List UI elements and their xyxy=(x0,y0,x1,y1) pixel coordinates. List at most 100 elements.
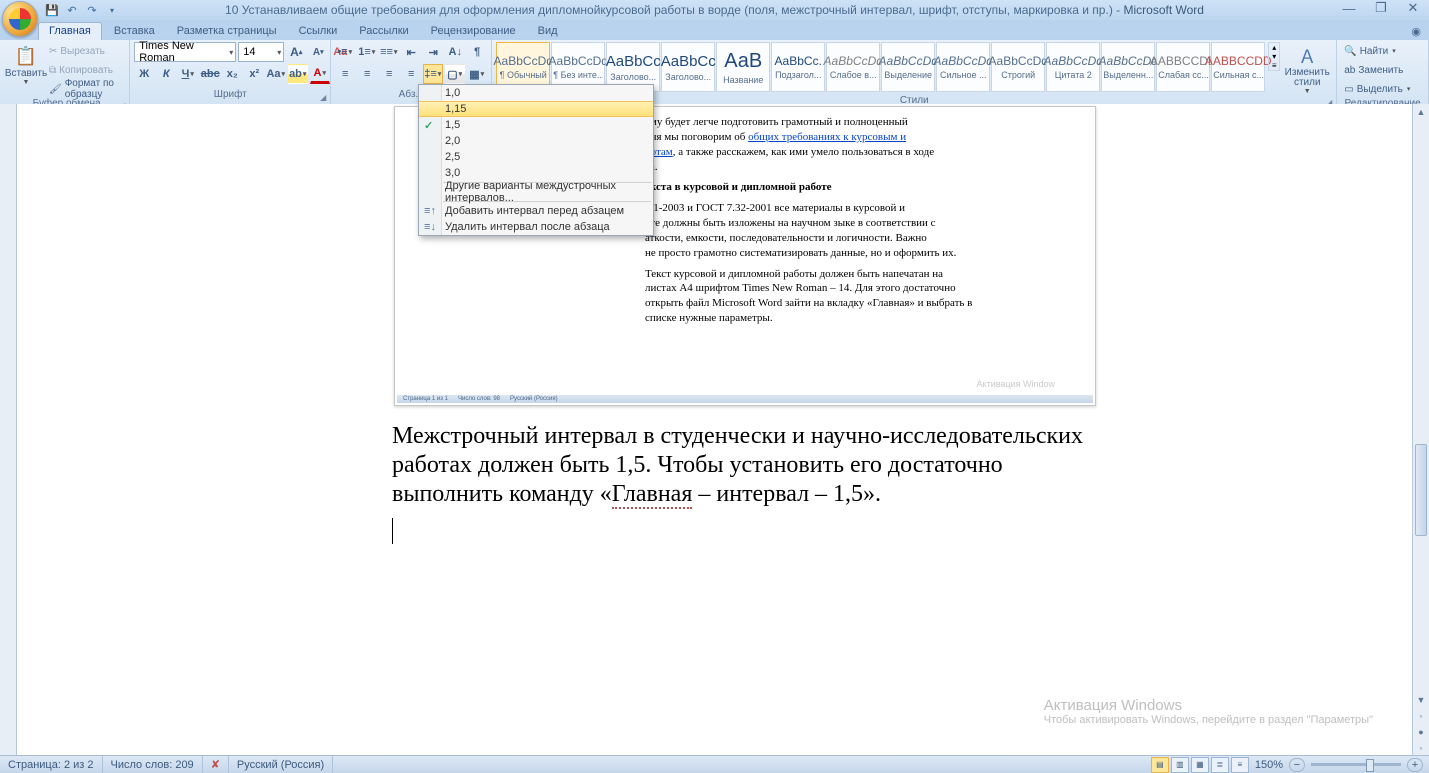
line-spacing-more[interactable]: Другие варианты междустрочных интервалов… xyxy=(419,184,653,200)
view-web-button[interactable]: ▦ xyxy=(1191,757,1209,773)
document-area[interactable]: ему будет легче подготовить грамотный и … xyxy=(0,104,1413,756)
office-button[interactable] xyxy=(2,1,38,37)
bullets-button[interactable]: •≡▾ xyxy=(335,42,355,62)
justify-button[interactable]: ≡ xyxy=(401,64,421,84)
shrink-font-button[interactable]: A▾ xyxy=(308,42,328,62)
gallery-more-icon[interactable]: ≡ xyxy=(1269,61,1279,70)
status-language[interactable]: Русский (Россия) xyxy=(229,756,333,773)
borders-button[interactable]: ▦▾ xyxy=(467,64,487,84)
close-button[interactable]: ✕ xyxy=(1401,0,1425,16)
shading-button[interactable]: ▢▾ xyxy=(445,64,465,84)
tab-references[interactable]: Ссылки xyxy=(289,23,348,40)
increase-indent-button[interactable]: ⇥ xyxy=(423,42,443,62)
vertical-scrollbar[interactable]: ▲ ▼ ◦ ● ◦ xyxy=(1412,104,1429,756)
font-name-combo[interactable]: Times New Roman xyxy=(134,42,236,62)
view-print-layout-button[interactable]: ▤ xyxy=(1151,757,1169,773)
highlight-button[interactable]: ab▾ xyxy=(288,64,308,84)
replace-button[interactable]: abЗаменить xyxy=(1341,61,1406,79)
font-color-button[interactable]: A▾ xyxy=(310,65,330,84)
change-case-button[interactable]: Aa▾ xyxy=(266,64,286,84)
tab-mailings[interactable]: Рассылки xyxy=(349,23,418,40)
tab-review[interactable]: Рецензирование xyxy=(421,23,526,40)
add-space-before[interactable]: ≡↑Добавить интервал перед абзацем xyxy=(419,203,653,219)
browse-next-icon[interactable]: ◦ xyxy=(1413,740,1429,756)
grow-font-button[interactable]: A▴ xyxy=(286,42,306,62)
font-size-combo[interactable]: 14 xyxy=(238,42,284,62)
style-item[interactable]: AABBCCDDСильная с... xyxy=(1211,42,1265,92)
view-full-screen-button[interactable]: ▥ xyxy=(1171,757,1189,773)
decrease-indent-button[interactable]: ⇤ xyxy=(401,42,421,62)
gallery-up-icon[interactable]: ▴ xyxy=(1269,43,1279,52)
line-spacing-option[interactable]: ✓1,5 xyxy=(419,117,653,133)
style-item[interactable]: AABBCCDDСлабая сс... xyxy=(1156,42,1210,92)
copy-button[interactable]: ⧉Копировать xyxy=(46,61,125,79)
style-item[interactable]: AaBbCcDdСлабое в... xyxy=(826,42,880,92)
align-right-button[interactable]: ≡ xyxy=(379,64,399,84)
view-outline-button[interactable]: ≣ xyxy=(1211,757,1229,773)
brush-icon: 🖌 xyxy=(49,84,62,95)
tab-page-layout[interactable]: Разметка страницы xyxy=(167,23,287,40)
sort-button[interactable]: A↓ xyxy=(445,42,465,62)
superscript-button[interactable]: x² xyxy=(244,64,264,84)
style-item[interactable]: AaBbCcЗаголово... xyxy=(661,42,715,92)
minimize-button[interactable]: — xyxy=(1337,0,1361,16)
numbering-button[interactable]: 1≡▾ xyxy=(357,42,377,62)
scroll-down-icon[interactable]: ▼ xyxy=(1413,692,1429,708)
find-icon: 🔍 xyxy=(1344,46,1356,57)
show-marks-button[interactable]: ¶ xyxy=(467,42,487,62)
undo-icon[interactable]: ↶ xyxy=(64,2,80,18)
align-left-button[interactable]: ≡ xyxy=(335,64,355,84)
align-center-button[interactable]: ≡ xyxy=(357,64,377,84)
zoom-out-button[interactable]: − xyxy=(1289,758,1305,772)
subscript-button[interactable]: x₂ xyxy=(222,64,242,84)
line-spacing-option[interactable]: 1,15 xyxy=(419,101,653,117)
redo-icon[interactable]: ↷ xyxy=(84,2,100,18)
tab-home[interactable]: Главная xyxy=(38,22,102,40)
paste-button[interactable]: 📋 Вставить ▼ xyxy=(8,42,44,86)
line-spacing-option[interactable]: 1,0 xyxy=(419,85,653,101)
style-item[interactable]: AaBbCcDdВыделение xyxy=(881,42,935,92)
gallery-down-icon[interactable]: ▾ xyxy=(1269,52,1279,61)
scrollbar-thumb[interactable] xyxy=(1415,444,1427,536)
tab-insert[interactable]: Вставка xyxy=(104,23,165,40)
cut-button[interactable]: ✂Вырезать xyxy=(46,42,125,60)
view-draft-button[interactable]: ≡ xyxy=(1231,757,1249,773)
browse-object-icon[interactable]: ● xyxy=(1413,724,1429,740)
multilevel-button[interactable]: ≡≡▾ xyxy=(379,42,399,62)
italic-button[interactable]: К xyxy=(156,64,176,84)
zoom-level[interactable]: 150% xyxy=(1251,759,1287,771)
browse-prev-icon[interactable]: ◦ xyxy=(1413,708,1429,724)
maximize-button[interactable]: ❐ xyxy=(1369,0,1393,16)
vertical-ruler[interactable] xyxy=(0,104,17,756)
status-word-count[interactable]: Число слов: 209 xyxy=(103,756,203,773)
tab-view[interactable]: Вид xyxy=(528,23,568,40)
bold-button[interactable]: Ж xyxy=(134,64,154,84)
line-spacing-option[interactable]: 2,0 xyxy=(419,133,653,149)
scroll-up-icon[interactable]: ▲ xyxy=(1413,104,1429,120)
style-item[interactable]: АаВНазвание xyxy=(716,42,770,92)
underline-button[interactable]: Ч▾ xyxy=(178,64,198,84)
style-item[interactable]: AaBbCcDdСтрогий xyxy=(991,42,1045,92)
change-styles-button[interactable]: Ａ Изменить стили▼ xyxy=(1282,42,1332,95)
style-item[interactable]: AaBbCc.Подзагол... xyxy=(771,42,825,92)
zoom-slider[interactable] xyxy=(1311,763,1401,766)
zoom-slider-thumb[interactable] xyxy=(1366,759,1374,772)
format-painter-button[interactable]: 🖌Формат по образцу xyxy=(46,80,125,98)
status-page[interactable]: Страница: 2 из 2 xyxy=(0,756,103,773)
style-item[interactable]: AaBbCcDdВыделенн... xyxy=(1101,42,1155,92)
help-icon[interactable]: ◉ xyxy=(1403,23,1429,40)
line-spacing-option[interactable]: 3,0 xyxy=(419,165,653,181)
qat-customize-icon[interactable]: ▾ xyxy=(104,2,120,18)
find-button[interactable]: 🔍Найти▾ xyxy=(1341,42,1400,60)
font-launcher-icon[interactable]: ◢ xyxy=(320,93,326,102)
style-item[interactable]: AaBbCcDdСильное ... xyxy=(936,42,990,92)
style-item[interactable]: AaBbCcDdЦитата 2 xyxy=(1046,42,1100,92)
remove-space-after[interactable]: ≡↓Удалить интервал после абзаца xyxy=(419,219,653,235)
zoom-in-button[interactable]: + xyxy=(1407,758,1423,772)
strikethrough-button[interactable]: abc xyxy=(200,64,220,84)
line-spacing-button[interactable]: ‡≡▾ xyxy=(423,64,443,84)
select-button[interactable]: ▭Выделить▾ xyxy=(1341,80,1414,98)
line-spacing-option[interactable]: 2,5 xyxy=(419,149,653,165)
status-proofing[interactable]: ✘ xyxy=(203,756,229,773)
save-icon[interactable]: 💾 xyxy=(44,2,60,18)
